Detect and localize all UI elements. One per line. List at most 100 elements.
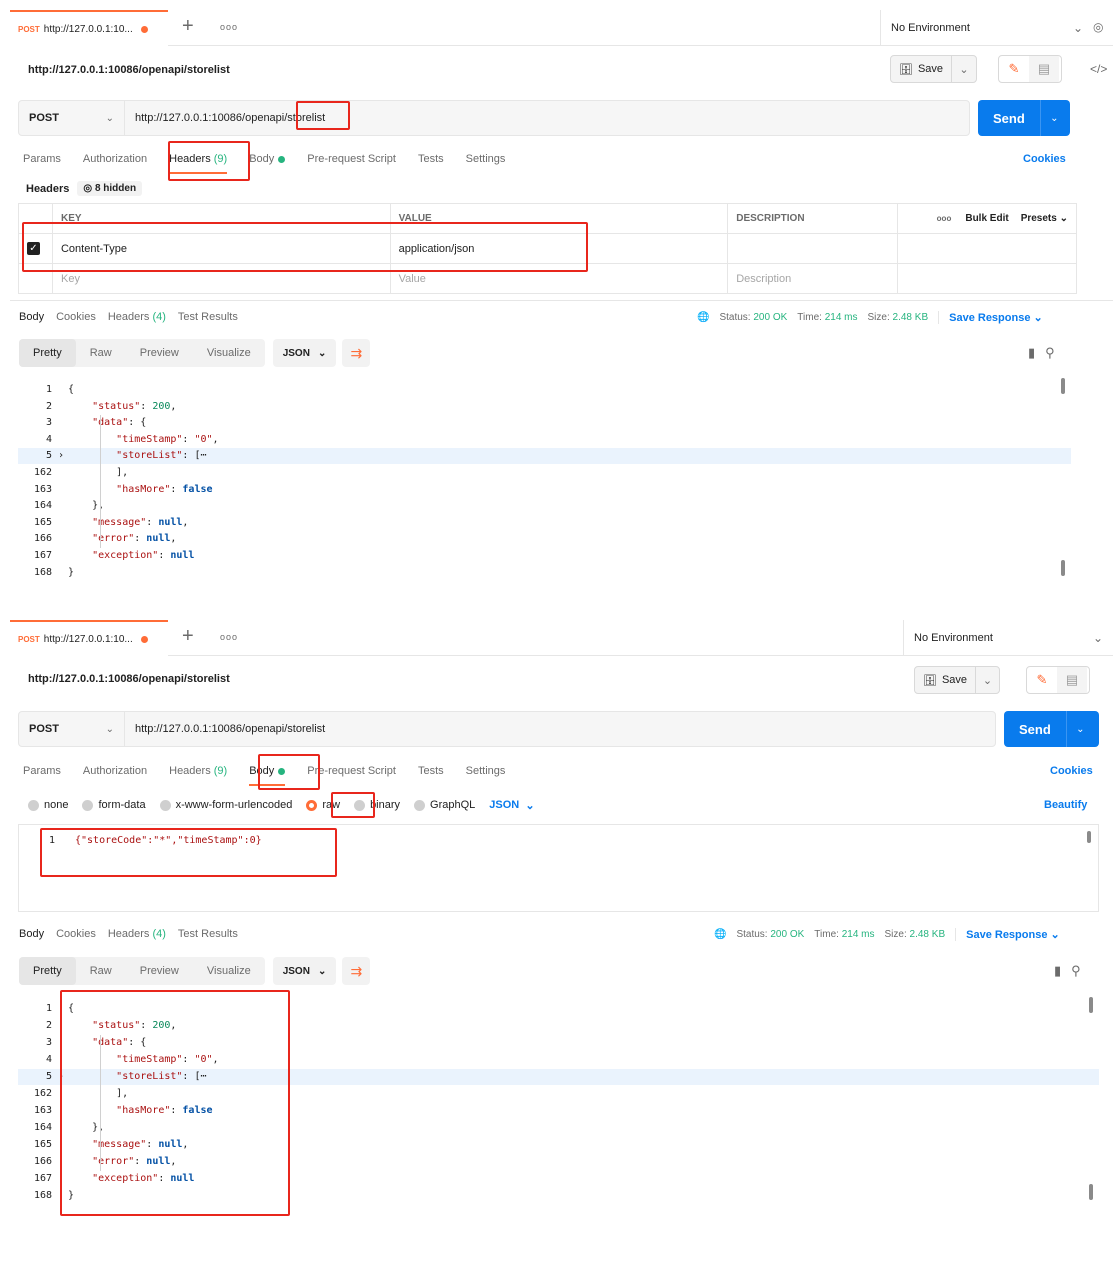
view-preview[interactable]: Preview bbox=[126, 339, 193, 367]
response-body-editor[interactable]: 1 {2 "status": 200, 3 "data": {4 "timeStam… bbox=[18, 997, 1099, 1207]
header-key-cell[interactable]: Content-Type bbox=[51, 233, 391, 264]
tab-authorization[interactable]: Authorization bbox=[83, 756, 147, 786]
response-tab-headers[interactable]: Headers (4) bbox=[108, 311, 166, 323]
bulk-edit-button[interactable]: Bulk Edit bbox=[965, 213, 1008, 224]
url-input[interactable] bbox=[125, 101, 969, 135]
scrollbar-thumb[interactable] bbox=[1089, 997, 1093, 1013]
beautify-button[interactable]: Beautify bbox=[1044, 799, 1087, 811]
body-type-binary[interactable]: binary bbox=[354, 799, 400, 811]
save-response-button[interactable]: Save Response ⌄ bbox=[938, 310, 1043, 324]
new-tab-plus-icon[interactable]: + bbox=[182, 626, 194, 646]
tab-tests[interactable]: Tests bbox=[418, 756, 444, 786]
body-type-form-data[interactable]: form-data bbox=[82, 799, 146, 811]
response-tab-headers[interactable]: Headers (4) bbox=[108, 928, 166, 940]
tab-more-icon[interactable]: ooo bbox=[220, 22, 238, 32]
scrollbar-thumb[interactable] bbox=[1061, 378, 1065, 394]
save-button[interactable]: 🗄 Save ⌄ bbox=[890, 55, 977, 83]
environment-selector[interactable]: No Environment ⌄ bbox=[903, 620, 1113, 656]
description-placeholder[interactable]: Description bbox=[727, 263, 899, 294]
url-input[interactable] bbox=[125, 712, 995, 746]
scrollbar-thumb[interactable] bbox=[1061, 560, 1065, 576]
tab-tests[interactable]: Tests bbox=[418, 144, 444, 174]
view-preview[interactable]: Preview bbox=[126, 957, 193, 985]
wrap-lines-icon[interactable]: ⇉ bbox=[342, 957, 371, 985]
tab-settings[interactable]: Settings bbox=[466, 144, 506, 174]
header-value-cell[interactable]: application/json bbox=[389, 233, 729, 264]
row-checkbox[interactable]: ✓ bbox=[27, 242, 40, 255]
send-button[interactable]: Send ⌄ bbox=[1004, 711, 1099, 747]
body-type-urlencoded[interactable]: x-www-form-urlencoded bbox=[159, 799, 293, 811]
tab-authorization[interactable]: Authorization bbox=[83, 144, 147, 174]
value-placeholder[interactable]: Value bbox=[389, 263, 729, 294]
eye-icon[interactable]: ◎ bbox=[1093, 20, 1103, 34]
send-dropdown-icon[interactable]: ⌄ bbox=[1065, 711, 1094, 747]
tab-headers[interactable]: Headers (9) bbox=[169, 756, 227, 786]
environment-selector[interactable]: No Environment ⌄ bbox=[880, 10, 1093, 46]
save-response-button[interactable]: Save Response ⌄ bbox=[955, 927, 1060, 941]
body-type-graphql[interactable]: GraphQL bbox=[414, 799, 475, 811]
key-placeholder[interactable]: Key bbox=[51, 263, 391, 294]
scrollbar-thumb[interactable] bbox=[1087, 831, 1091, 843]
body-format-select[interactable]: JSON ⌄ bbox=[489, 799, 534, 812]
document-icon[interactable]: ▤ bbox=[1029, 56, 1059, 82]
method-select[interactable]: POST ⌄ bbox=[19, 712, 125, 746]
response-tab-cookies[interactable]: Cookies bbox=[56, 928, 96, 940]
document-icon[interactable]: ▤ bbox=[1057, 667, 1087, 693]
more-icon[interactable]: ooo bbox=[937, 214, 952, 223]
view-pretty[interactable]: Pretty bbox=[19, 339, 76, 367]
scrollbar-thumb[interactable] bbox=[1089, 1184, 1093, 1200]
wrap-lines-icon[interactable]: ⇉ bbox=[342, 339, 371, 367]
view-visualize[interactable]: Visualize bbox=[193, 339, 265, 367]
status-label: Status: bbox=[719, 311, 751, 323]
save-dropdown-icon[interactable]: ⌄ bbox=[952, 63, 976, 76]
pencil-icon[interactable]: ✎ bbox=[1027, 672, 1057, 688]
cookies-link[interactable]: Cookies bbox=[1023, 153, 1066, 165]
copy-icon[interactable]: ▮ bbox=[1054, 963, 1061, 979]
send-button[interactable]: Send ⌄ bbox=[978, 100, 1070, 136]
tab-prerequest[interactable]: Pre-request Script bbox=[307, 756, 396, 786]
tab-params[interactable]: Params bbox=[23, 756, 61, 786]
request-body-text[interactable]: {"storeCode":"*","timeStamp":0} bbox=[75, 835, 262, 846]
hidden-headers-toggle[interactable]: ◎ 8 hidden bbox=[77, 181, 143, 196]
search-icon[interactable]: ⚲ bbox=[1045, 345, 1055, 361]
tab-prerequest[interactable]: Pre-request Script bbox=[307, 144, 396, 174]
response-format-select[interactable]: JSON ⌄ bbox=[272, 339, 337, 367]
view-raw[interactable]: Raw bbox=[76, 957, 126, 985]
request-tab[interactable]: POST http://127.0.0.1:10... bbox=[10, 10, 168, 46]
tab-more-icon[interactable]: ooo bbox=[220, 632, 238, 642]
response-body-editor[interactable]: 1 {2 "status": 200, 3 "data": {4 "timeStam… bbox=[18, 378, 1071, 583]
new-tab-plus-icon[interactable]: + bbox=[182, 16, 194, 36]
view-raw[interactable]: Raw bbox=[76, 339, 126, 367]
send-dropdown-icon[interactable]: ⌄ bbox=[1039, 100, 1068, 136]
tab-params[interactable]: Params bbox=[23, 144, 61, 174]
tab-body[interactable]: Body bbox=[249, 144, 286, 174]
response-tab-test-results[interactable]: Test Results bbox=[178, 928, 238, 940]
view-pretty[interactable]: Pretty bbox=[19, 957, 76, 985]
fold-chevron-icon[interactable]: › bbox=[58, 1069, 64, 1086]
tab-headers[interactable]: Headers (9) bbox=[169, 144, 228, 174]
response-tab-test-results[interactable]: Test Results bbox=[178, 311, 238, 323]
copy-icon[interactable]: ▮ bbox=[1028, 345, 1035, 361]
search-icon[interactable]: ⚲ bbox=[1071, 963, 1081, 979]
tab-settings[interactable]: Settings bbox=[466, 756, 506, 786]
response-format-select[interactable]: JSON ⌄ bbox=[272, 957, 337, 985]
request-tab[interactable]: POST http://127.0.0.1:10... bbox=[10, 620, 168, 656]
request-body-editor[interactable]: 1 {"storeCode":"*","timeStamp":0} bbox=[18, 824, 1099, 912]
code-icon[interactable]: </> bbox=[1090, 62, 1107, 76]
tab-body[interactable]: Body bbox=[249, 756, 286, 786]
view-visualize[interactable]: Visualize bbox=[193, 957, 265, 985]
response-tab-cookies[interactable]: Cookies bbox=[56, 311, 96, 323]
body-type-none[interactable]: none bbox=[28, 799, 68, 811]
headers-label: Headers bbox=[26, 182, 70, 195]
cookies-link[interactable]: Cookies bbox=[1050, 765, 1093, 777]
response-tab-body[interactable]: Body bbox=[19, 311, 44, 323]
body-type-urlencoded-label: x-www-form-urlencoded bbox=[175, 799, 293, 811]
method-select[interactable]: POST ⌄ bbox=[19, 101, 125, 135]
save-dropdown-icon[interactable]: ⌄ bbox=[976, 674, 999, 687]
fold-chevron-icon[interactable]: › bbox=[58, 448, 64, 465]
save-button[interactable]: 🗄 Save ⌄ bbox=[914, 666, 1000, 694]
presets-button[interactable]: Presets bbox=[1021, 213, 1057, 224]
body-type-raw[interactable]: raw bbox=[306, 799, 340, 811]
response-tab-body[interactable]: Body bbox=[19, 928, 44, 940]
pencil-icon[interactable]: ✎ bbox=[999, 61, 1029, 77]
